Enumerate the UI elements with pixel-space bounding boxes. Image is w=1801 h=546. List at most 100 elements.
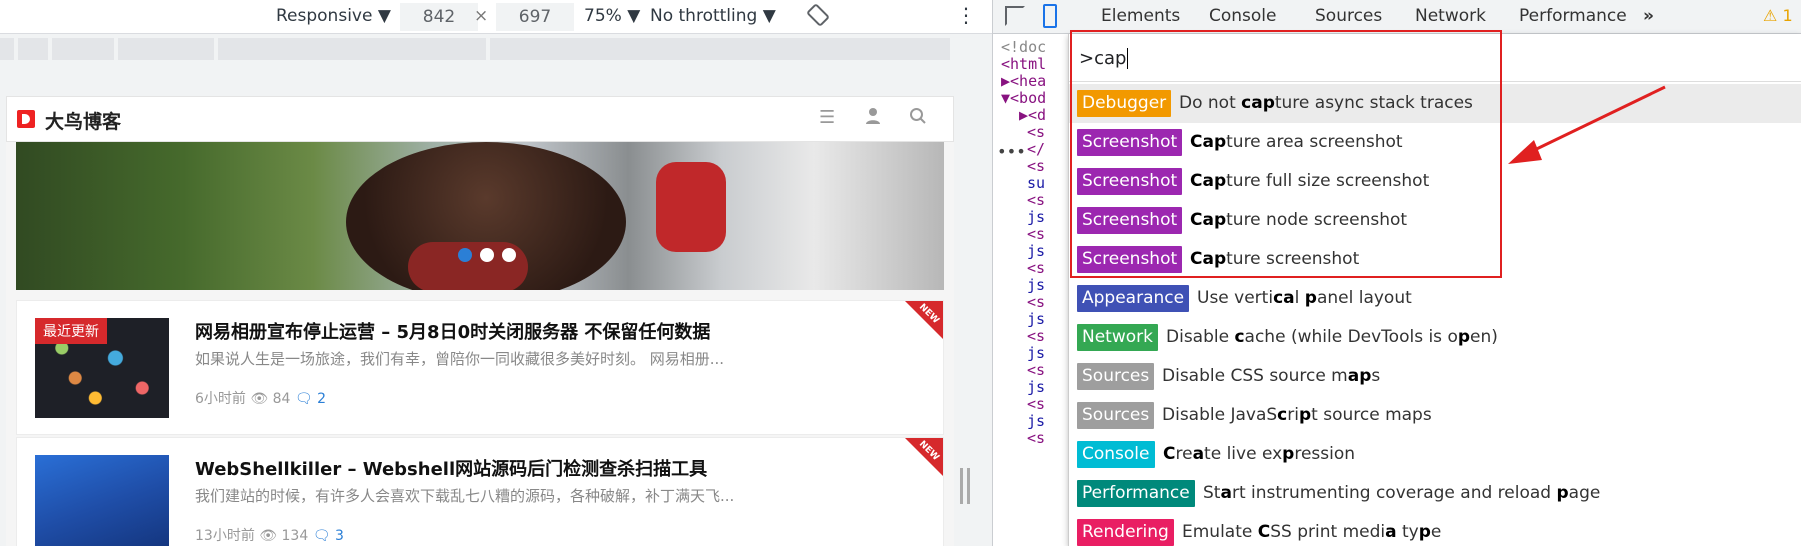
tab-network[interactable]: Network xyxy=(1415,6,1486,26)
site-name[interactable]: 大鸟博客 xyxy=(45,107,121,134)
command-item[interactable]: Sources Disable CSS source maps xyxy=(1069,357,1801,396)
tab-sources[interactable]: Sources xyxy=(1315,6,1382,26)
article-thumbnail[interactable] xyxy=(35,455,169,546)
command-item[interactable]: Screenshot Capture area screenshot xyxy=(1069,123,1801,162)
dom-node-line[interactable]: su xyxy=(1027,174,1045,192)
dom-node-line[interactable]: js xyxy=(1027,310,1045,328)
command-item[interactable]: Rendering Emulate CSS print media type xyxy=(1069,513,1801,546)
ruler-segment[interactable] xyxy=(218,38,486,60)
article-comments[interactable]: 2 xyxy=(317,391,326,407)
command-category-badge: Debugger xyxy=(1077,90,1172,117)
command-label: Capture full size screenshot xyxy=(1190,171,1429,191)
dom-node-line[interactable]: ▼<bod xyxy=(1001,89,1046,107)
command-item[interactable]: Network Disable cache (while DevTools is … xyxy=(1069,318,1801,357)
throttling-select[interactable]: No throttling ▼ xyxy=(650,6,776,26)
more-options-icon[interactable]: ⋮ xyxy=(956,3,976,27)
article-title[interactable]: 网易相册宣布停止运营 – 5月8日0时关闭服务器 不保留任何数据 xyxy=(195,318,710,344)
dom-node-line[interactable]: js xyxy=(1027,378,1045,396)
search-icon[interactable] xyxy=(909,107,927,130)
device-height-input[interactable]: 697 xyxy=(496,3,574,31)
article-comments[interactable]: 3 xyxy=(335,528,344,544)
command-item[interactable]: Debugger Do not capture async stack trace… xyxy=(1069,84,1801,123)
ruler-segment[interactable] xyxy=(18,38,48,60)
dom-node-line[interactable]: <!doc xyxy=(1001,38,1046,56)
carousel-dot[interactable] xyxy=(480,248,494,262)
dimension-separator: × xyxy=(474,6,489,26)
device-mode-select[interactable]: Responsive ▼ xyxy=(276,6,391,26)
zoom-select[interactable]: 75% ▼ xyxy=(584,6,640,26)
dom-node-line[interactable]: <s xyxy=(1027,191,1045,209)
command-item[interactable]: Screenshot Capture full size screenshot xyxy=(1069,162,1801,201)
ruler-segment[interactable] xyxy=(0,38,14,60)
article-card[interactable]: 最近更新 网易相册宣布停止运营 – 5月8日0时关闭服务器 不保留任何数据 如果… xyxy=(16,300,944,435)
dom-node-line[interactable]: ▶<d xyxy=(1019,106,1046,124)
dom-node-line[interactable]: <s xyxy=(1027,327,1045,345)
menu-icon[interactable]: ☰ xyxy=(819,107,835,128)
device-toolbar: Responsive ▼ 842 × 697 75% ▼ No throttli… xyxy=(0,0,992,34)
dom-node-line[interactable]: <s xyxy=(1027,225,1045,243)
device-width-input[interactable]: 842 xyxy=(400,3,478,31)
label-prefix: Do not xyxy=(1179,93,1242,113)
dom-node-line[interactable]: js xyxy=(1027,242,1045,260)
ellipsis-icon[interactable]: ••• xyxy=(997,142,1026,161)
article-thumbnail[interactable]: 最近更新 xyxy=(35,318,169,418)
command-item[interactable]: Performance Start instrumenting coverage … xyxy=(1069,474,1801,513)
command-category-badge: Sources xyxy=(1077,363,1155,390)
more-tabs-chevron-icon[interactable]: » xyxy=(1643,6,1654,26)
dom-node-line[interactable]: js xyxy=(1027,412,1045,430)
command-item[interactable]: Sources Disable JavaScript source maps xyxy=(1069,396,1801,435)
banner-carousel[interactable] xyxy=(16,142,944,290)
dom-node-line[interactable]: <s xyxy=(1027,429,1045,447)
command-label: Use vertical panel layout xyxy=(1197,288,1412,308)
rotate-icon[interactable] xyxy=(806,3,830,32)
command-item[interactable]: Screenshot Capture screenshot xyxy=(1069,240,1801,279)
command-category-badge: Screenshot xyxy=(1077,246,1183,273)
media-query-ruler xyxy=(0,38,992,60)
dom-node-line[interactable]: <s xyxy=(1027,157,1045,175)
annotation-arrow-icon xyxy=(1508,85,1666,164)
dom-node-line[interactable]: ▶<hea xyxy=(1001,72,1046,90)
dom-node-line[interactable]: </ xyxy=(1027,140,1045,158)
dom-node-line[interactable]: js xyxy=(1027,344,1045,362)
site-header: 大鸟博客 ☰ xyxy=(6,96,954,142)
inspect-element-icon[interactable] xyxy=(1005,6,1025,26)
article-excerpt: 我们建站的时候，有许多人会喜欢下载乱七八糟的源码，各种破解，补丁满天飞... xyxy=(195,487,735,505)
user-icon[interactable] xyxy=(865,107,881,130)
dom-node-line[interactable]: <html xyxy=(1001,55,1046,73)
device-toolbar-icon[interactable] xyxy=(1043,4,1057,28)
ruler-segment[interactable] xyxy=(118,38,214,60)
carousel-dot[interactable] xyxy=(502,248,516,262)
tab-console[interactable]: Console xyxy=(1209,6,1277,26)
label-suffix: ture node screenshot xyxy=(1226,210,1408,230)
tab-elements[interactable]: Elements xyxy=(1101,6,1180,26)
article-card[interactable]: WebShellkiller – Webshell网站源码后门检测查杀扫描工具 … xyxy=(16,437,944,546)
article-title[interactable]: WebShellkiller – Webshell网站源码后门检测查杀扫描工具 xyxy=(195,455,707,481)
warning-icon[interactable]: ⚠ 1 xyxy=(1763,6,1793,25)
dom-node-line[interactable]: <s xyxy=(1027,123,1045,141)
ruler-segment[interactable] xyxy=(490,38,950,60)
command-item[interactable]: Screenshot Capture node screenshot xyxy=(1069,201,1801,240)
comment-icon[interactable]: 🗨 xyxy=(313,528,331,544)
dom-node-line[interactable]: <s xyxy=(1027,395,1045,413)
command-label: Start instrumenting coverage and reload … xyxy=(1203,483,1601,503)
carousel-dot-active[interactable] xyxy=(458,248,472,262)
label-suffix: ture area screenshot xyxy=(1226,132,1403,152)
command-query[interactable]: >cap xyxy=(1079,48,1129,69)
dom-node-line[interactable]: <s xyxy=(1027,293,1045,311)
resize-handle[interactable] xyxy=(960,468,970,504)
dom-node-line[interactable]: js xyxy=(1027,276,1045,294)
command-item[interactable]: Appearance Use vertical panel layout xyxy=(1069,279,1801,318)
ruler-segment[interactable] xyxy=(52,38,114,60)
comment-icon[interactable]: 🗨 xyxy=(295,391,313,407)
dom-node-line[interactable]: <s xyxy=(1027,361,1045,379)
dom-node-line[interactable]: js xyxy=(1027,208,1045,226)
page-viewport: 大鸟博客 ☰ 最近更新 网易相册宣布停止运营 – 5月8日0时关闭服务器 不保留… xyxy=(6,96,954,546)
dom-node-line[interactable]: <s xyxy=(1027,259,1045,277)
eye-icon: 👁 xyxy=(250,391,269,407)
eye-icon: 👁 xyxy=(259,528,278,544)
command-item[interactable]: Console Create live expression xyxy=(1069,435,1801,474)
tab-performance[interactable]: Performance xyxy=(1519,6,1627,26)
label-match: Cap xyxy=(1190,171,1227,191)
command-menu-input[interactable]: >cap xyxy=(1069,34,1801,82)
site-logo[interactable] xyxy=(17,110,35,128)
